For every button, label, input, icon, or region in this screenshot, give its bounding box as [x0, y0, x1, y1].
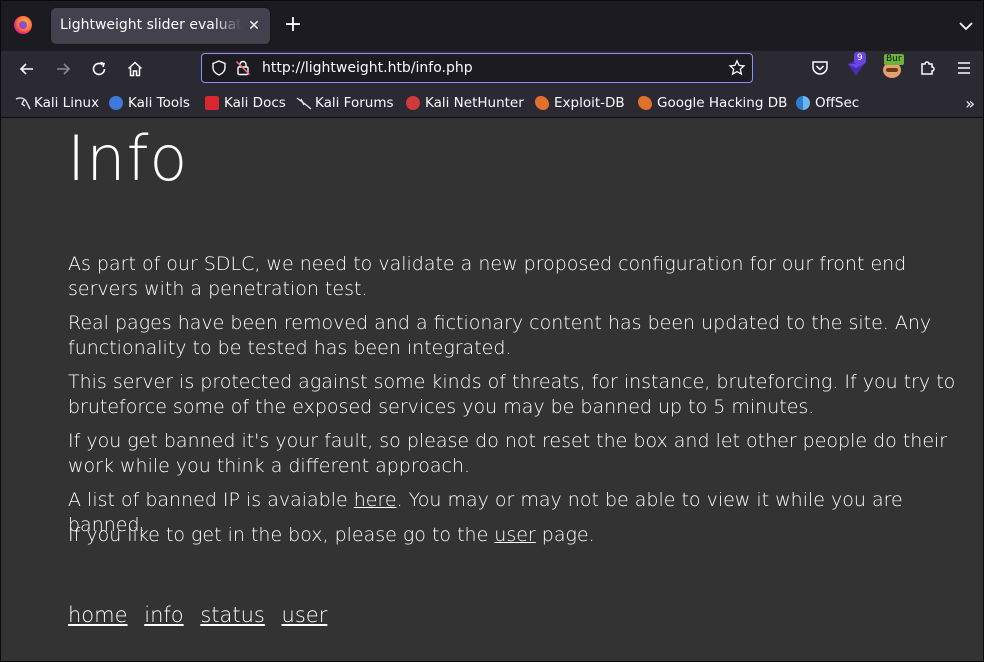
bookmarks-overflow-chevron-icon[interactable]: » [965, 94, 975, 113]
burp-extension-icon[interactable]: Bur [880, 54, 904, 80]
ghdb-icon [638, 96, 652, 110]
user-page-link[interactable]: user [494, 524, 535, 546]
footer-link-home[interactable]: home [68, 603, 128, 627]
tab-list-chevron-icon[interactable] [955, 15, 977, 37]
bookmark-label: Kali Forums [315, 95, 394, 111]
text: page. [535, 524, 595, 546]
kali-dragon-icon [15, 96, 31, 110]
kali-docs-icon [205, 96, 219, 110]
tab-close-icon[interactable]: ✕ [244, 16, 264, 36]
bookmark-label: Google Hacking DB [657, 95, 788, 111]
bookmark-label: Kali Docs [224, 95, 286, 111]
offsec-icon [796, 96, 810, 110]
bookmark-kali-docs[interactable]: Kali Docs [205, 93, 286, 113]
paragraph-protection: This server is protected against some ki… [68, 371, 956, 418]
bookmark-star-icon[interactable] [728, 59, 746, 77]
bookmark-label: Exploit-DB [554, 95, 625, 111]
forward-icon[interactable] [49, 55, 77, 83]
bookmark-label: Kali Tools [128, 95, 190, 111]
ublock-badge: 9 [854, 52, 866, 64]
bookmark-kali-nethunter[interactable]: Kali NetHunter [406, 93, 524, 113]
bookmarks-toolbar: Kali Linux Kali Tools Kali Docs Kali For… [1, 87, 983, 118]
page-title: Info [67, 122, 189, 195]
new-tab-icon[interactable]: + [281, 14, 305, 38]
kali-tools-icon [109, 96, 123, 110]
extensions-puzzle-icon[interactable] [916, 56, 940, 80]
footer-nav: home info status user [68, 603, 337, 627]
bookmark-google-hacking-db[interactable]: Google Hacking DB [638, 93, 787, 113]
bookmark-offsec[interactable]: OffSec [796, 93, 859, 113]
paragraph-banned: If you get banned it's your fault, so pl… [68, 430, 948, 477]
firefox-logo-icon[interactable] [14, 16, 32, 34]
footer-link-user[interactable]: user [282, 603, 328, 627]
home-icon[interactable] [121, 55, 149, 83]
insecure-lock-icon[interactable] [234, 59, 252, 77]
footer-link-info[interactable]: info [144, 603, 183, 627]
nethunter-icon [406, 96, 420, 110]
burp-badge: Bur [884, 54, 904, 65]
bookmark-label: OffSec [815, 95, 860, 111]
reload-icon[interactable] [85, 55, 113, 83]
ublock-extension-icon[interactable]: 9 [844, 52, 868, 80]
browser-window: Lightweight slider evaluation ✕ + [0, 0, 984, 662]
back-icon[interactable] [13, 55, 41, 83]
exploit-db-icon [535, 96, 549, 110]
pocket-icon[interactable] [808, 56, 832, 80]
tab-strip: Lightweight slider evaluation ✕ + [1, 1, 983, 51]
text: A list of banned IP is avaiable [68, 489, 354, 511]
banned-list-link[interactable]: here [354, 489, 397, 511]
bookmark-label: Kali Linux [34, 95, 100, 111]
tab-active[interactable]: Lightweight slider evaluation ✕ [51, 8, 270, 44]
page-content: Info As part of our SDLC, we need to val… [1, 118, 983, 661]
url-bar[interactable]: http://lightweight.htb/info.php [201, 53, 753, 83]
tab-title: Lightweight slider evaluation [60, 17, 242, 33]
text: If you like to get in the box, please go… [68, 524, 495, 546]
bookmark-kali-tools[interactable]: Kali Tools [109, 93, 190, 113]
bookmark-exploit-db[interactable]: Exploit-DB [535, 93, 625, 113]
paragraph-sdlc: As part of our SDLC, we need to validate… [68, 253, 907, 300]
paragraph-user-page: If you like to get in the box, please go… [68, 523, 968, 548]
paragraph-real-pages: Real pages have been removed and a ficti… [68, 312, 932, 359]
navigation-toolbar: http://lightweight.htb/info.php 9 Bur [1, 51, 983, 87]
bookmark-kali-forums[interactable]: Kali Forums [296, 93, 394, 113]
url-text[interactable]: http://lightweight.htb/info.php [262, 60, 473, 76]
shield-icon[interactable] [210, 59, 228, 77]
hamburger-menu-icon[interactable] [952, 56, 976, 80]
footer-link-status[interactable]: status [200, 603, 265, 627]
bookmark-kali-linux[interactable]: Kali Linux [15, 93, 99, 113]
kali-forums-icon [296, 96, 312, 110]
bookmark-label: Kali NetHunter [425, 95, 524, 111]
